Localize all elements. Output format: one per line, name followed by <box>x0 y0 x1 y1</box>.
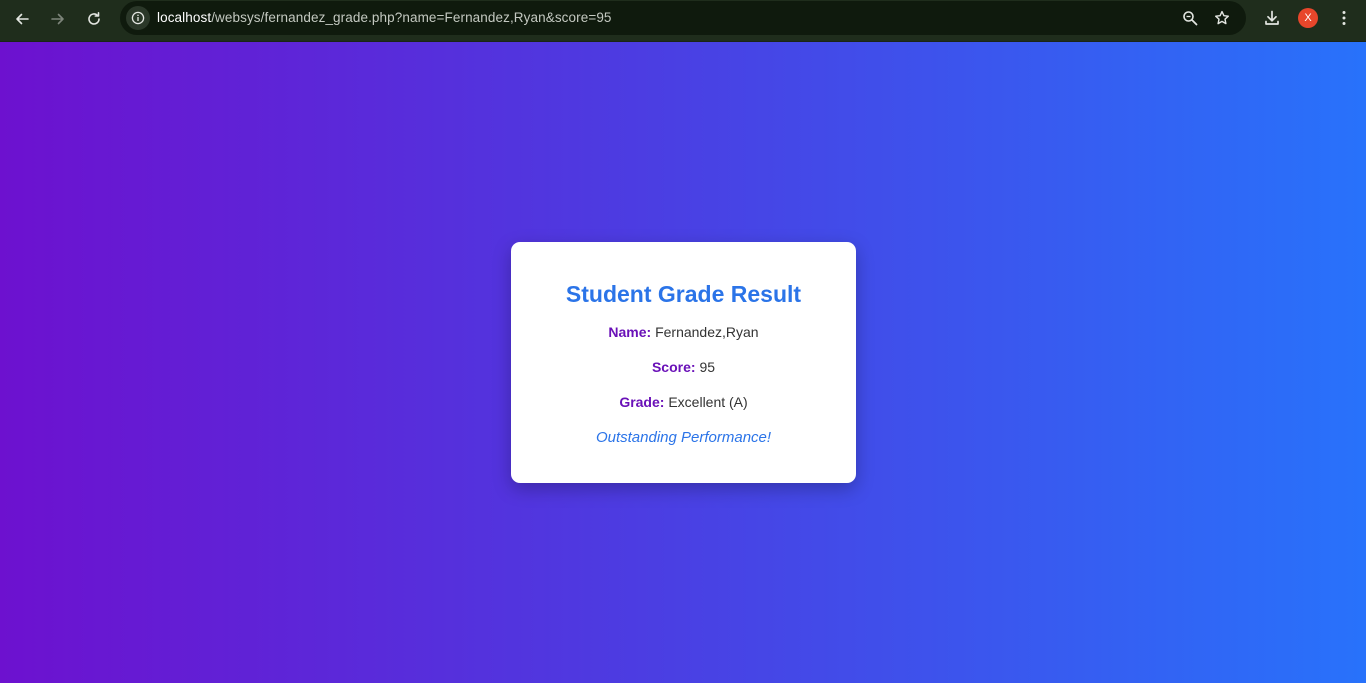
grade-value: Excellent (A) <box>668 394 748 410</box>
download-icon[interactable] <box>1260 6 1284 30</box>
browser-toolbar: localhost/websys/fernandez_grade.php?nam… <box>0 0 1366 42</box>
grade-label: Grade: <box>619 394 665 410</box>
score-label: Score: <box>651 359 696 375</box>
url-path: /websys/fernandez_grade.php?name=Fernand… <box>211 10 612 25</box>
grade-result-card: Student Grade Result Name: Fernandez,Rya… <box>511 242 856 483</box>
name-value: Fernandez,Ryan <box>655 324 759 340</box>
card-title: Student Grade Result <box>565 281 802 307</box>
score-value: 95 <box>699 359 716 375</box>
name-row: Name: Fernandez,Ryan <box>511 324 856 340</box>
page-background: Student Grade Result Name: Fernandez,Rya… <box>0 42 1366 683</box>
menu-icon[interactable] <box>1332 6 1356 30</box>
site-info-icon[interactable] <box>126 6 150 30</box>
reload-icon[interactable] <box>80 5 108 33</box>
bookmark-star-icon[interactable] <box>1211 7 1233 29</box>
grade-row: Grade: Excellent (A) <box>511 394 856 410</box>
forward-icon[interactable] <box>44 5 72 33</box>
back-icon[interactable] <box>8 5 36 33</box>
address-bar[interactable]: localhost/websys/fernandez_grade.php?nam… <box>120 1 1246 35</box>
score-row: Score: 95 <box>511 359 856 375</box>
profile-avatar[interactable]: X <box>1298 8 1318 28</box>
performance-message: Outstanding Performance! <box>595 429 772 446</box>
zoom-icon[interactable] <box>1179 7 1201 29</box>
url-host: localhost <box>157 10 212 25</box>
url-text[interactable]: localhost/websys/fernandez_grade.php?nam… <box>157 10 612 25</box>
name-label: Name: <box>608 324 652 340</box>
